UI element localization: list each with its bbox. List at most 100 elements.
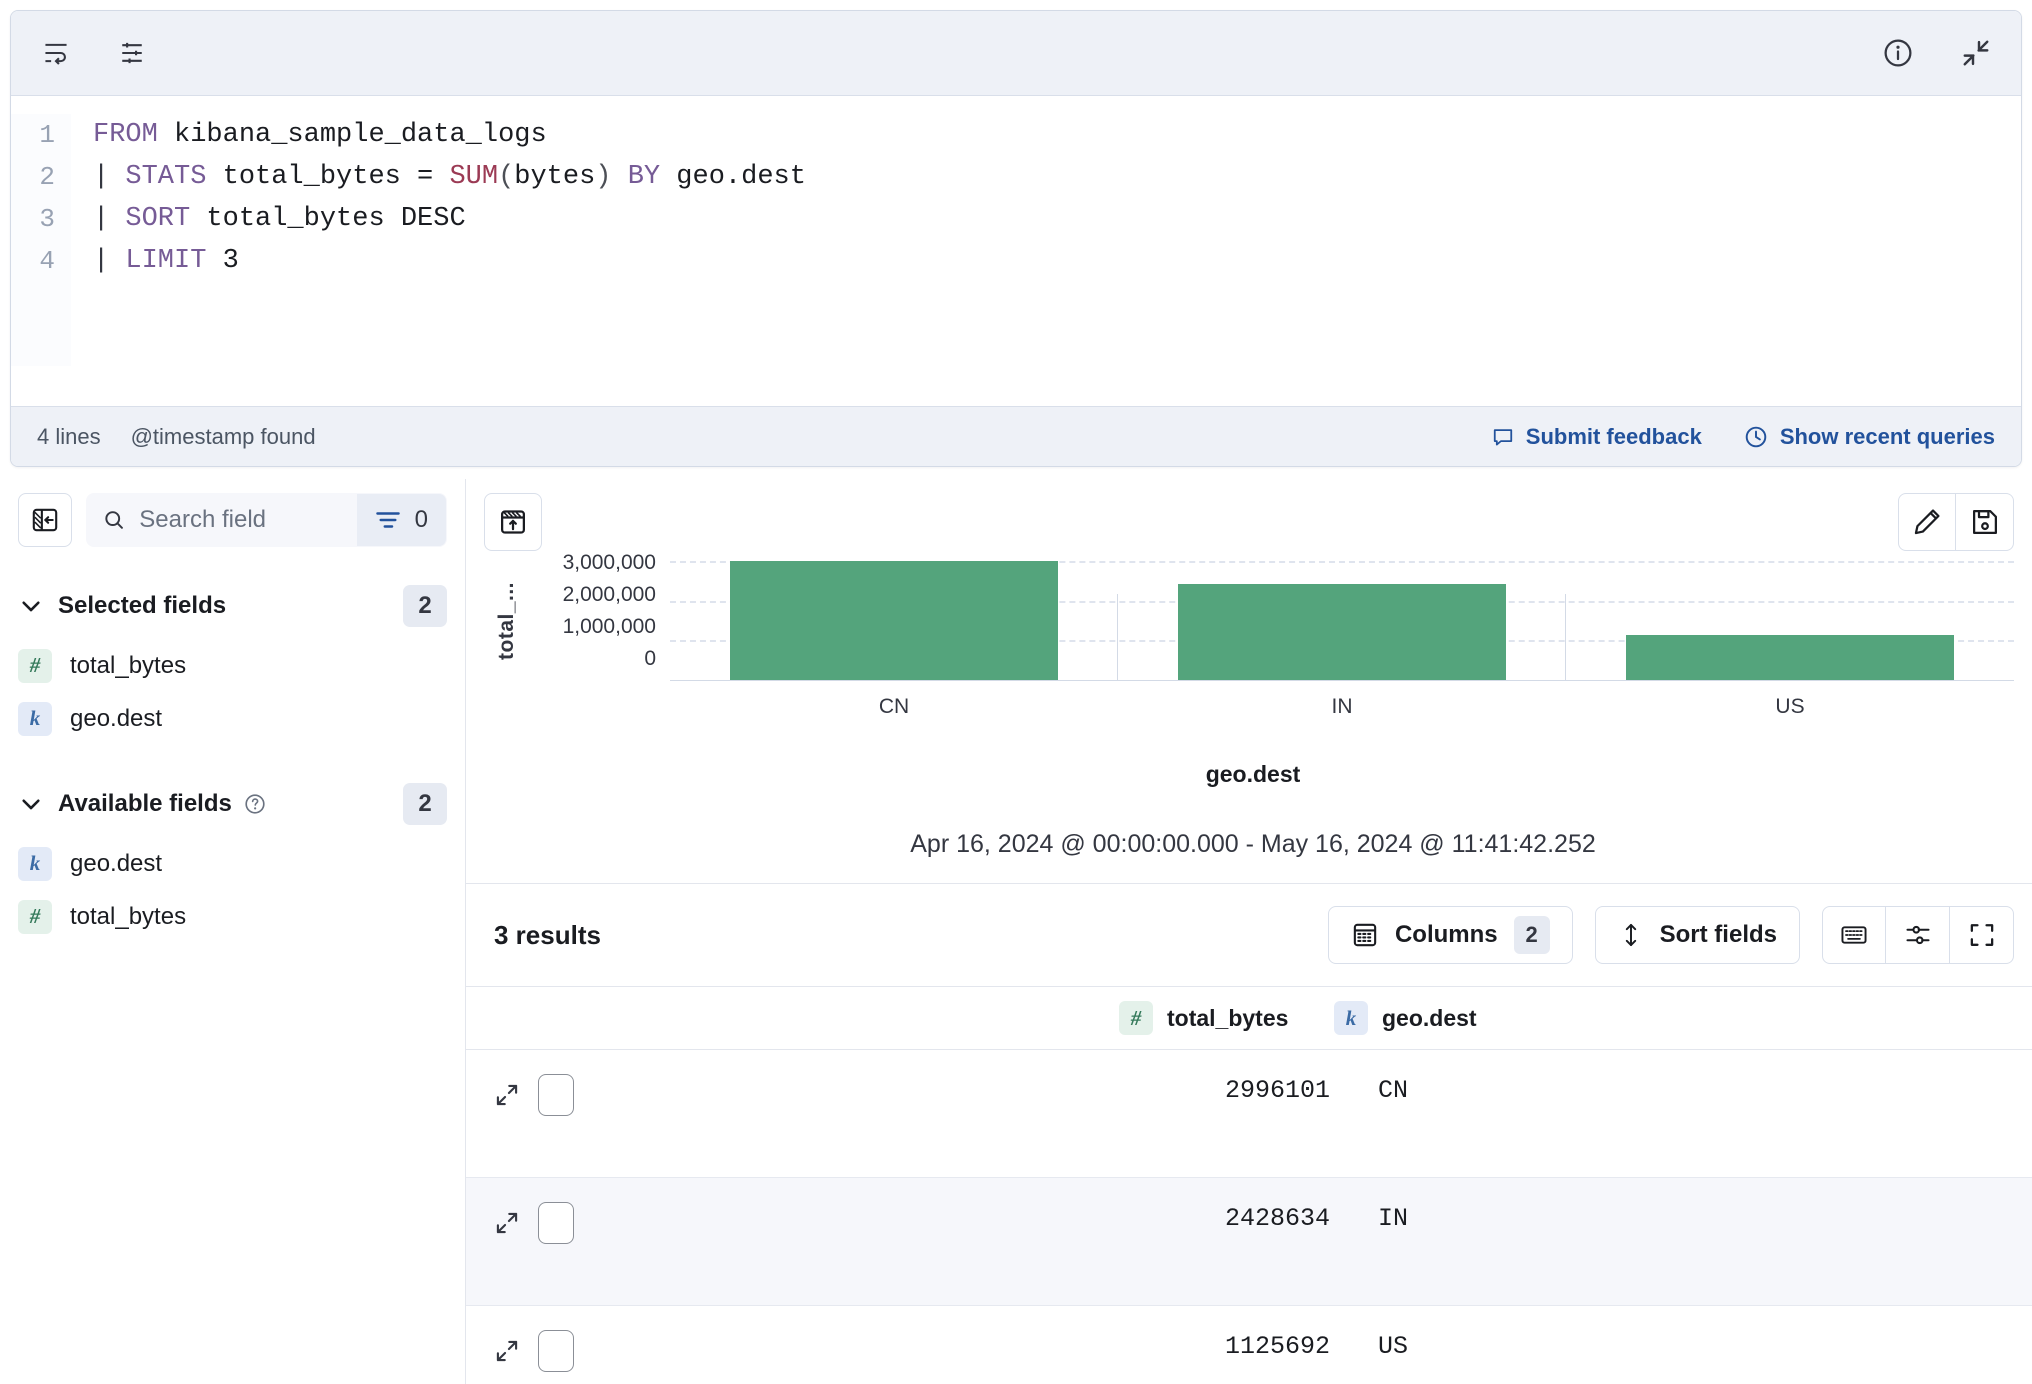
field-filter-button[interactable]: 0 [356, 494, 446, 546]
x-axis-label: geo.dest [1205, 761, 1301, 787]
code-line-text: FROM kibana_sample_data_logs [93, 120, 547, 150]
query-editor-toolbar [11, 11, 2021, 96]
sidebar-field-geo-dest-available[interactable]: k geo.dest [0, 837, 465, 890]
columns-button[interactable]: Columns 2 [1327, 906, 1573, 964]
sort-icon [1625, 923, 1636, 947]
results-panel: 3 results Columns 2 Sort fields # total_… [466, 883, 2032, 1384]
results-count: 3 results [494, 919, 601, 950]
timestamp-status-label: @timestamp found [130, 423, 316, 449]
chart-panel: total_... 3,000,000 2,000,000 1,000,000 … [466, 479, 2032, 859]
sidebar-field-geo-dest[interactable]: k geo.dest [0, 692, 465, 745]
sidebar-search-row: 0 [0, 493, 465, 547]
table-row[interactable]: 2996101 CN [466, 1050, 2032, 1178]
cell-geo-dest: IN [1378, 1204, 1409, 1233]
field-type-keyword-icon: k [18, 701, 52, 736]
field-type-keyword-icon: k [1334, 1001, 1368, 1035]
collapse-icon[interactable] [1957, 34, 1995, 72]
field-name: geo.dest [70, 849, 163, 877]
row-checkbox[interactable] [538, 1202, 574, 1244]
expand-row-icon[interactable] [490, 1334, 524, 1368]
sidebar-field-total-bytes[interactable]: # total_bytes [0, 639, 465, 692]
search-input[interactable] [139, 506, 357, 534]
bar-in[interactable] [1178, 583, 1506, 680]
sidebar-section-selected-fields[interactable]: Selected fields 2 [0, 573, 465, 639]
table-body: 2996101 CN 2428634 IN 1125692 US [466, 1050, 2032, 1384]
field-type-number-icon: # [1119, 1001, 1153, 1035]
collapse-sidebar-icon[interactable] [18, 493, 72, 547]
bar-slot[interactable] [1118, 561, 1566, 680]
column-header-geo-dest[interactable]: k geo.dest [1334, 1001, 1477, 1035]
lines-count-label: 4 lines [37, 423, 101, 449]
editor-settings-icon[interactable] [113, 34, 151, 72]
chart-header [484, 493, 2014, 551]
sort-fields-button[interactable]: Sort fields [1594, 906, 1800, 964]
chart-action-group [1898, 493, 2014, 551]
comment-icon [1493, 428, 1512, 445]
bar-slot[interactable] [1566, 561, 2014, 680]
content-area: total_... 3,000,000 2,000,000 1,000,000 … [466, 479, 2032, 1384]
code-line-text: | SORT total_bytes DESC [93, 204, 466, 234]
columns-label: Columns [1394, 921, 1498, 948]
bar-us[interactable] [1626, 635, 1954, 680]
chart-time-range: Apr 16, 2024 @ 00:00:00.000 - May 16, 20… [910, 830, 1596, 858]
field-type-keyword-icon: k [18, 846, 52, 881]
bar-slot[interactable] [670, 561, 1118, 680]
submit-feedback-button[interactable]: Submit feedback [1492, 424, 1702, 450]
column-header-label: total_bytes [1167, 1004, 1289, 1031]
line-number-empty [11, 282, 71, 324]
section-count-badge: 2 [403, 783, 447, 825]
line-number-empty [11, 324, 71, 366]
expand-row-icon[interactable] [490, 1206, 524, 1240]
clock-icon [1745, 426, 1767, 447]
line-number: 2 [11, 156, 71, 198]
search-field-container: 0 [86, 493, 447, 547]
bar-series [670, 561, 2014, 680]
sidebar-section-available-fields[interactable]: Available fields 2 [0, 771, 465, 837]
chart-collapse-icon[interactable] [484, 493, 542, 551]
fullscreen-icon[interactable] [1950, 906, 2014, 964]
results-toolbar: 3 results Columns 2 Sort fields [466, 884, 2032, 986]
y-axis-label: total_... [495, 582, 518, 661]
table-row[interactable]: 2428634 IN [466, 1178, 2032, 1306]
column-header-total-bytes[interactable]: # total_bytes [1119, 1001, 1334, 1035]
query-code-area[interactable]: 1 FROM kibana_sample_data_logs 2 | STATS… [11, 96, 2021, 406]
row-checkbox[interactable] [538, 1330, 574, 1372]
cell-total-bytes: 2996101 [1224, 1076, 1330, 1105]
keyboard-icon[interactable] [1822, 906, 1886, 964]
sidebar-field-total-bytes-available[interactable]: # total_bytes [0, 890, 465, 943]
bar-cn[interactable] [730, 561, 1058, 680]
table-header-row: # total_bytes k geo.dest [466, 986, 2032, 1050]
show-recent-queries-button[interactable]: Show recent queries [1744, 424, 1995, 450]
section-title: Available fields [58, 790, 232, 817]
section-count-badge: 2 [403, 585, 447, 627]
info-icon[interactable] [1879, 34, 1917, 72]
code-line: 4 | LIMIT 3 [11, 240, 2021, 282]
cell-total-bytes: 2428634 [1224, 1204, 1330, 1233]
y-tick: 0 [644, 647, 656, 670]
chevron-down-icon [22, 601, 40, 612]
table-row[interactable]: 1125692 US [466, 1306, 2032, 1384]
field-name: total_bytes [70, 651, 187, 679]
search-icon [105, 511, 123, 529]
help-icon[interactable] [244, 793, 266, 815]
row-checkbox[interactable] [538, 1074, 574, 1116]
code-line: 3 | SORT total_bytes DESC [11, 198, 2021, 240]
column-header-label: geo.dest [1382, 1004, 1477, 1031]
expand-row-icon[interactable] [490, 1078, 524, 1112]
field-name: geo.dest [70, 704, 163, 732]
filter-icon [375, 512, 400, 528]
main-row: 0 Selected fields 2 # total_bytes k geo.… [0, 479, 2032, 1384]
text-wrap-icon[interactable] [37, 34, 75, 72]
save-icon[interactable] [1956, 493, 2014, 551]
esql-discover-app: 1 FROM kibana_sample_data_logs 2 | STATS… [0, 0, 2032, 1384]
code-line-text: | LIMIT 3 [93, 246, 239, 276]
pencil-icon[interactable] [1898, 493, 1956, 551]
chevron-down-icon [22, 799, 40, 810]
table-options-group [1822, 906, 2014, 964]
x-tick: IN [1331, 695, 1353, 718]
field-name: total_bytes [70, 902, 187, 930]
x-tick: US [1775, 695, 1805, 718]
display-options-icon[interactable] [1886, 906, 1950, 964]
field-type-number-icon: # [18, 899, 52, 934]
filter-count: 0 [414, 506, 428, 533]
